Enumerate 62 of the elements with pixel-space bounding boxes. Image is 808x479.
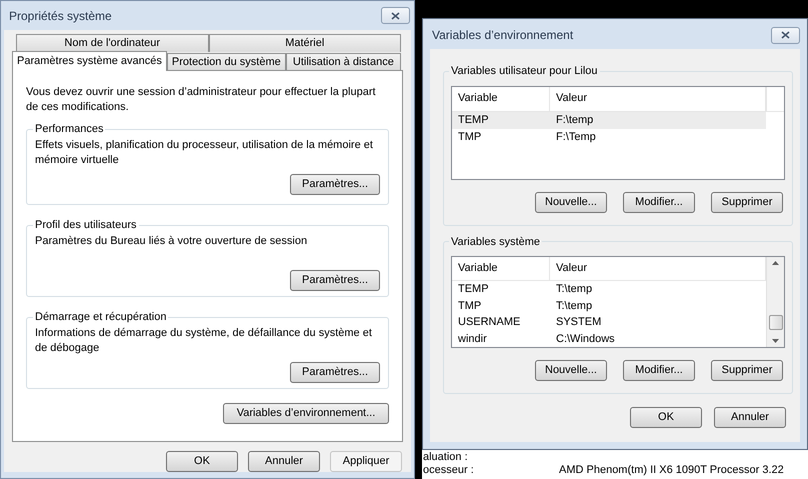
variable-button[interactable]: Supprimer — [711, 360, 783, 381]
dialog-button[interactable]: OK — [630, 407, 702, 428]
tab[interactable]: Nom de l'ordinateur — [16, 34, 208, 52]
variable-value: F:\temp — [555, 112, 594, 128]
group-title: Performances — [34, 122, 104, 137]
tab[interactable]: Protection du système — [166, 53, 286, 70]
scroll-up-icon — [772, 261, 779, 265]
settings-button[interactable]: Paramètres... — [290, 362, 380, 382]
info-label: aluation : — [423, 451, 469, 464]
group-title: Démarrage et récupération — [34, 310, 168, 325]
variable-row[interactable]: TMP T:\temp — [452, 298, 766, 314]
notice-text: Vous devez ouvrir une session d’administrateur pour effectuer la plupart de ces modifications. — [26, 85, 377, 115]
tab[interactable]: Matériel — [208, 34, 401, 52]
dialog-button[interactable]: Annuler — [248, 451, 320, 472]
settings-button[interactable]: Paramètres... — [290, 174, 380, 194]
variable-row[interactable]: USERNAME SYSTEM — [452, 314, 766, 330]
variable-button[interactable]: Nouvelle... — [535, 192, 607, 212]
group-description: Effets visuels, planification du processeur, utilisation de la mémoire et mémoire virtuelle — [35, 138, 374, 168]
variable-row[interactable]: TEMP T:\temp — [452, 281, 766, 298]
info-label: ocesseur : — [423, 464, 475, 477]
variable-button[interactable]: Modifier... — [623, 360, 695, 381]
variable-value: F:\Temp — [555, 130, 597, 145]
variable-name: TEMP — [457, 112, 490, 128]
info-value: AMD Phenom(tm) II X6 1090T Processor 3.22 — [559, 464, 784, 477]
window-title: Variables d’environnement — [432, 27, 574, 44]
close-icon — [781, 31, 790, 39]
dialog-button[interactable]: OK — [166, 451, 238, 472]
close-icon — [391, 12, 400, 20]
variable-button[interactable]: Supprimer — [711, 192, 783, 212]
group-description: Informations de démarrage du système, de défaillance du système et de débogage — [35, 326, 373, 356]
environment-variables-button[interactable]: Variables d’environnement... — [223, 403, 389, 424]
variable-button[interactable]: Nouvelle... — [535, 360, 607, 381]
variable-value: C:\Windows — [555, 332, 616, 346]
variable-name: TMP — [457, 298, 482, 314]
scrollbar-thumb[interactable] — [768, 314, 782, 330]
variable-row[interactable]: windir C:\Windows — [452, 330, 766, 347]
variable-value: T:\temp — [555, 282, 594, 297]
settings-button[interactable]: Paramètres... — [290, 270, 380, 290]
scrollbar[interactable] — [766, 257, 784, 347]
column-header[interactable]: Variable — [452, 86, 550, 110]
variable-name: TMP — [457, 130, 482, 145]
variable-name: windir — [457, 332, 488, 346]
column-header[interactable]: Variable — [452, 257, 550, 280]
tab[interactable]: Paramètres système avancés — [12, 51, 167, 71]
variable-row[interactable]: TMP F:\Temp — [452, 128, 766, 146]
scroll-down-icon — [772, 339, 779, 343]
close-button[interactable] — [771, 26, 800, 44]
variable-name: TEMP — [457, 282, 490, 297]
window-title: Propriétés système — [9, 8, 112, 24]
variable-button[interactable]: Modifier... — [623, 192, 695, 212]
variable-value: SYSTEM — [555, 315, 602, 330]
tab[interactable]: Utilisation à distance — [286, 53, 401, 70]
variable-name: USERNAME — [457, 315, 522, 330]
variable-row[interactable]: TEMP F:\temp — [452, 112, 766, 128]
group-title: Variables système — [450, 234, 542, 250]
column-header[interactable]: Valeur — [550, 86, 766, 110]
group-title: Profil des utilisateurs — [34, 218, 138, 233]
variable-value: T:\temp — [555, 298, 594, 314]
group-description: Paramètres du Bureau liés à votre ouverture de session — [35, 234, 308, 248]
group-title: Variables utilisateur pour Lilou — [450, 64, 599, 79]
dialog-button[interactable]: Annuler — [714, 407, 786, 428]
close-button[interactable] — [381, 7, 410, 24]
